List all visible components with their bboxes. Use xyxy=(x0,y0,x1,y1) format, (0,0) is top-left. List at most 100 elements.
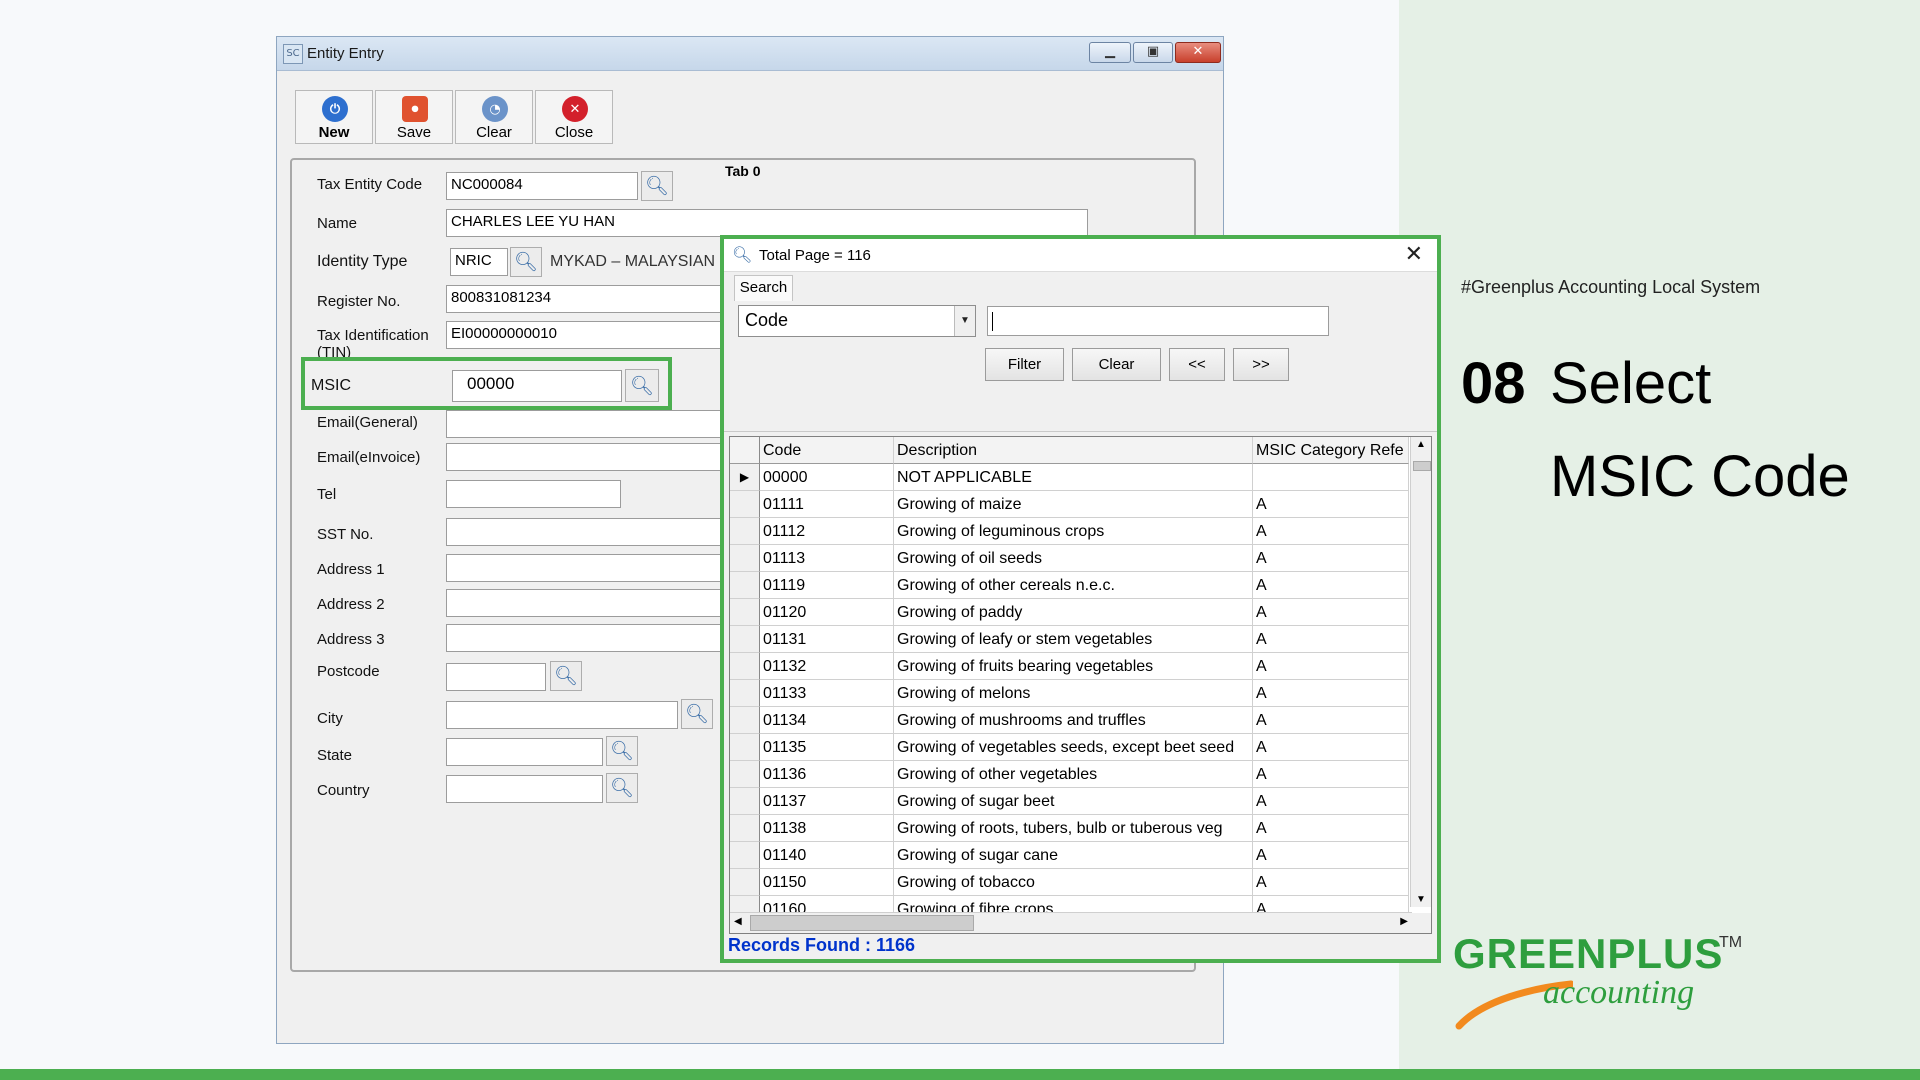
tel-field[interactable] xyxy=(446,480,621,508)
search-field-select[interactable]: Code ▼ xyxy=(738,305,976,337)
cell-code[interactable]: 01136 xyxy=(760,761,894,788)
cell-description[interactable]: Growing of sugar cane xyxy=(894,842,1253,869)
close-button[interactable]: ✕ Close xyxy=(535,90,613,144)
address3-field[interactable] xyxy=(446,624,726,652)
table-row[interactable]: 01120 Growing of paddy A xyxy=(730,599,1431,626)
cell-description[interactable]: Growing of mushrooms and truffles xyxy=(894,707,1253,734)
cell-category[interactable]: A xyxy=(1253,626,1409,653)
horizontal-scrollbar[interactable]: ◀ ▶ xyxy=(730,912,1412,933)
cell-category[interactable]: A xyxy=(1253,680,1409,707)
scroll-down-icon[interactable]: ▼ xyxy=(1411,894,1431,905)
cell-code[interactable]: 01135 xyxy=(760,734,894,761)
cell-description[interactable]: Growing of roots, tubers, bulb or tubero… xyxy=(894,815,1253,842)
cell-code[interactable]: 01138 xyxy=(760,815,894,842)
scroll-up-icon[interactable]: ▲ xyxy=(1411,439,1431,450)
address2-field[interactable] xyxy=(446,589,726,617)
cell-category[interactable]: A xyxy=(1253,599,1409,626)
cell-category[interactable]: A xyxy=(1253,788,1409,815)
table-row[interactable]: 01140 Growing of sugar cane A xyxy=(730,842,1431,869)
cell-description[interactable]: Growing of leafy or stem vegetables xyxy=(894,626,1253,653)
cell-category[interactable]: A xyxy=(1253,491,1409,518)
cell-category[interactable]: A xyxy=(1253,653,1409,680)
cell-code[interactable]: 00000 xyxy=(760,464,894,491)
row-header[interactable] xyxy=(730,545,760,572)
table-row[interactable]: 01136 Growing of other vegetables A xyxy=(730,761,1431,788)
postcode-lookup-button[interactable]: 🔍︎ xyxy=(550,661,582,691)
cell-code[interactable]: 01140 xyxy=(760,842,894,869)
row-header[interactable] xyxy=(730,707,760,734)
row-header[interactable] xyxy=(730,788,760,815)
cell-code[interactable]: 01112 xyxy=(760,518,894,545)
minimize-button[interactable]: ▁ xyxy=(1089,42,1131,63)
cell-description[interactable]: Growing of sugar beet xyxy=(894,788,1253,815)
table-row[interactable]: ▶ 00000 NOT APPLICABLE xyxy=(730,464,1431,491)
identity-type-field[interactable]: NRIC xyxy=(450,248,508,276)
postcode-field[interactable] xyxy=(446,663,546,691)
cell-description[interactable]: Growing of melons xyxy=(894,680,1253,707)
scroll-right-icon[interactable]: ▶ xyxy=(1400,916,1408,927)
cell-description[interactable]: Growing of fruits bearing vegetables xyxy=(894,653,1253,680)
save-button[interactable]: ⏺ Save xyxy=(375,90,453,144)
filter-button[interactable]: Filter xyxy=(985,348,1064,381)
email-general-field[interactable] xyxy=(446,410,726,438)
cell-code[interactable]: 01119 xyxy=(760,572,894,599)
table-row[interactable]: 01134 Growing of mushrooms and truffles A xyxy=(730,707,1431,734)
column-header-description[interactable]: Description xyxy=(894,437,1253,464)
cell-category[interactable]: A xyxy=(1253,869,1409,896)
column-header-category[interactable]: MSIC Category Refe xyxy=(1253,437,1409,464)
city-field[interactable] xyxy=(446,701,678,729)
tax-entity-code-field[interactable]: NC000084 xyxy=(446,172,638,200)
name-field[interactable]: CHARLES LEE YU HAN xyxy=(446,209,1088,237)
cell-description[interactable]: Growing of other vegetables xyxy=(894,761,1253,788)
table-row[interactable]: 01133 Growing of melons A xyxy=(730,680,1431,707)
table-row[interactable]: 01132 Growing of fruits bearing vegetable… xyxy=(730,653,1431,680)
cell-description[interactable]: Growing of other cereals n.e.c. xyxy=(894,572,1253,599)
window-close-button[interactable]: ✕ xyxy=(1175,42,1221,63)
scroll-left-icon[interactable]: ◀ xyxy=(734,916,742,927)
email-einvoice-field[interactable] xyxy=(446,443,726,471)
row-header[interactable] xyxy=(730,761,760,788)
cell-code[interactable]: 01111 xyxy=(760,491,894,518)
table-row[interactable]: 01137 Growing of sugar beet A xyxy=(730,788,1431,815)
cell-category[interactable]: A xyxy=(1253,545,1409,572)
popup-close-button[interactable]: ✕ xyxy=(1405,242,1423,267)
prev-page-button[interactable]: << xyxy=(1169,348,1225,381)
tab-search[interactable]: Search xyxy=(734,275,793,301)
row-header[interactable] xyxy=(730,734,760,761)
tin-field[interactable]: EI00000000010 xyxy=(446,321,726,349)
cell-category[interactable]: A xyxy=(1253,707,1409,734)
row-header[interactable] xyxy=(730,680,760,707)
cell-category[interactable]: A xyxy=(1253,572,1409,599)
country-field[interactable] xyxy=(446,775,603,803)
city-lookup-button[interactable]: 🔍︎ xyxy=(681,699,713,729)
address1-field[interactable] xyxy=(446,554,726,582)
register-no-field[interactable]: 800831081234 xyxy=(446,285,726,313)
clear-button[interactable]: ◔ Clear xyxy=(455,90,533,144)
table-row[interactable]: 01138 Growing of roots, tubers, bulb or t… xyxy=(730,815,1431,842)
cell-category[interactable] xyxy=(1253,464,1409,491)
cell-code[interactable]: 01113 xyxy=(760,545,894,572)
sst-field[interactable] xyxy=(446,518,726,546)
cell-description[interactable]: NOT APPLICABLE xyxy=(894,464,1253,491)
identity-type-lookup-button[interactable]: 🔍︎ xyxy=(510,247,542,277)
state-lookup-button[interactable]: 🔍︎ xyxy=(606,736,638,766)
row-header[interactable] xyxy=(730,518,760,545)
cell-code[interactable]: 01132 xyxy=(760,653,894,680)
cell-category[interactable]: A xyxy=(1253,761,1409,788)
row-header[interactable] xyxy=(730,626,760,653)
chevron-down-icon[interactable]: ▼ xyxy=(954,306,975,336)
row-indicator-icon[interactable]: ▶ xyxy=(730,464,760,491)
cell-code[interactable]: 01137 xyxy=(760,788,894,815)
cell-description[interactable]: Growing of maize xyxy=(894,491,1253,518)
row-header[interactable] xyxy=(730,815,760,842)
column-header-code[interactable]: Code xyxy=(760,437,894,464)
cell-description[interactable]: Growing of leguminous crops xyxy=(894,518,1253,545)
row-header[interactable] xyxy=(730,599,760,626)
state-field[interactable] xyxy=(446,738,603,766)
row-header[interactable] xyxy=(730,869,760,896)
table-row[interactable]: 01119 Growing of other cereals n.e.c. A xyxy=(730,572,1431,599)
table-row[interactable]: 01135 Growing of vegetables seeds, except… xyxy=(730,734,1431,761)
row-header[interactable] xyxy=(730,491,760,518)
vertical-scrollbar[interactable]: ▲ ▼ xyxy=(1410,437,1431,907)
table-row[interactable]: 01131 Growing of leafy or stem vegetables… xyxy=(730,626,1431,653)
